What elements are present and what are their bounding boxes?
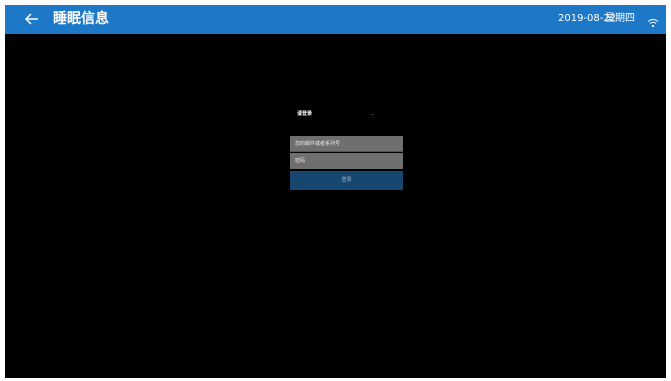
email-field[interactable]: 您的邮件或者系列号 — [290, 136, 403, 152]
password-field[interactable]: 密码 — [290, 153, 403, 169]
login-button[interactable]: 登录 — [290, 171, 403, 190]
back-arrow-icon[interactable] — [24, 11, 40, 27]
login-title: 请登录 — [297, 111, 313, 117]
page-title: 睡眠信息 — [53, 11, 109, 27]
decorative-dot — [372, 114, 373, 115]
top-bar: 睡眠信息 2019-08-22 星期四 — [5, 5, 666, 34]
weekday-label: 星期四 — [605, 13, 635, 24]
wifi-icon — [647, 13, 659, 28]
app-frame: 睡眠信息 2019-08-22 星期四 请登录 您的邮件或者系列号 密码 登录 — [5, 5, 666, 378]
